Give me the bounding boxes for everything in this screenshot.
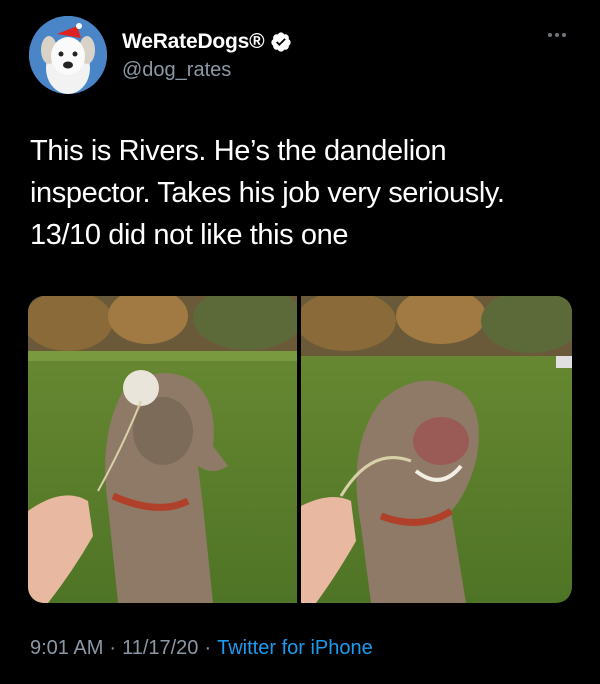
author-names: WeRateDogs® @dog_rates [122,29,292,82]
separator: · [204,637,212,659]
more-options-icon[interactable] [548,30,570,40]
tweet-meta: 9:01 AM · 11/17/20 · Twitter for iPhone [30,637,373,660]
verified-badge-icon [271,32,292,52]
display-name[interactable]: WeRateDogs® [122,30,265,54]
tweet-text-line: inspector. Takes his job very seriously. [30,177,505,209]
tweet-text-line: This is Rivers. He’s the dandelion [30,135,447,167]
tweet-text: This is Rivers. He’s the dandelion inspe… [30,130,575,256]
tweet-time[interactable]: 9:01 AM [30,637,103,659]
avatar[interactable] [29,16,107,94]
dog-sniffing-dandelion-photo[interactable] [28,296,297,603]
display-name-row: WeRateDogs® [122,29,292,55]
handle[interactable]: @dog_rates [122,59,292,82]
tweet-text-line: 13/10 did not like this one [30,219,349,251]
tweet: WeRateDogs® @dog_rates This is Rivers. H… [0,0,600,684]
tweet-date[interactable]: 11/17/20 [122,637,198,659]
tweet-source-link[interactable]: Twitter for iPhone [217,637,373,659]
separator: · [109,637,117,659]
media-container [28,296,572,603]
dog-avatar-icon [29,16,107,94]
dog-smiling-after-dandelion-photo[interactable] [301,296,572,603]
